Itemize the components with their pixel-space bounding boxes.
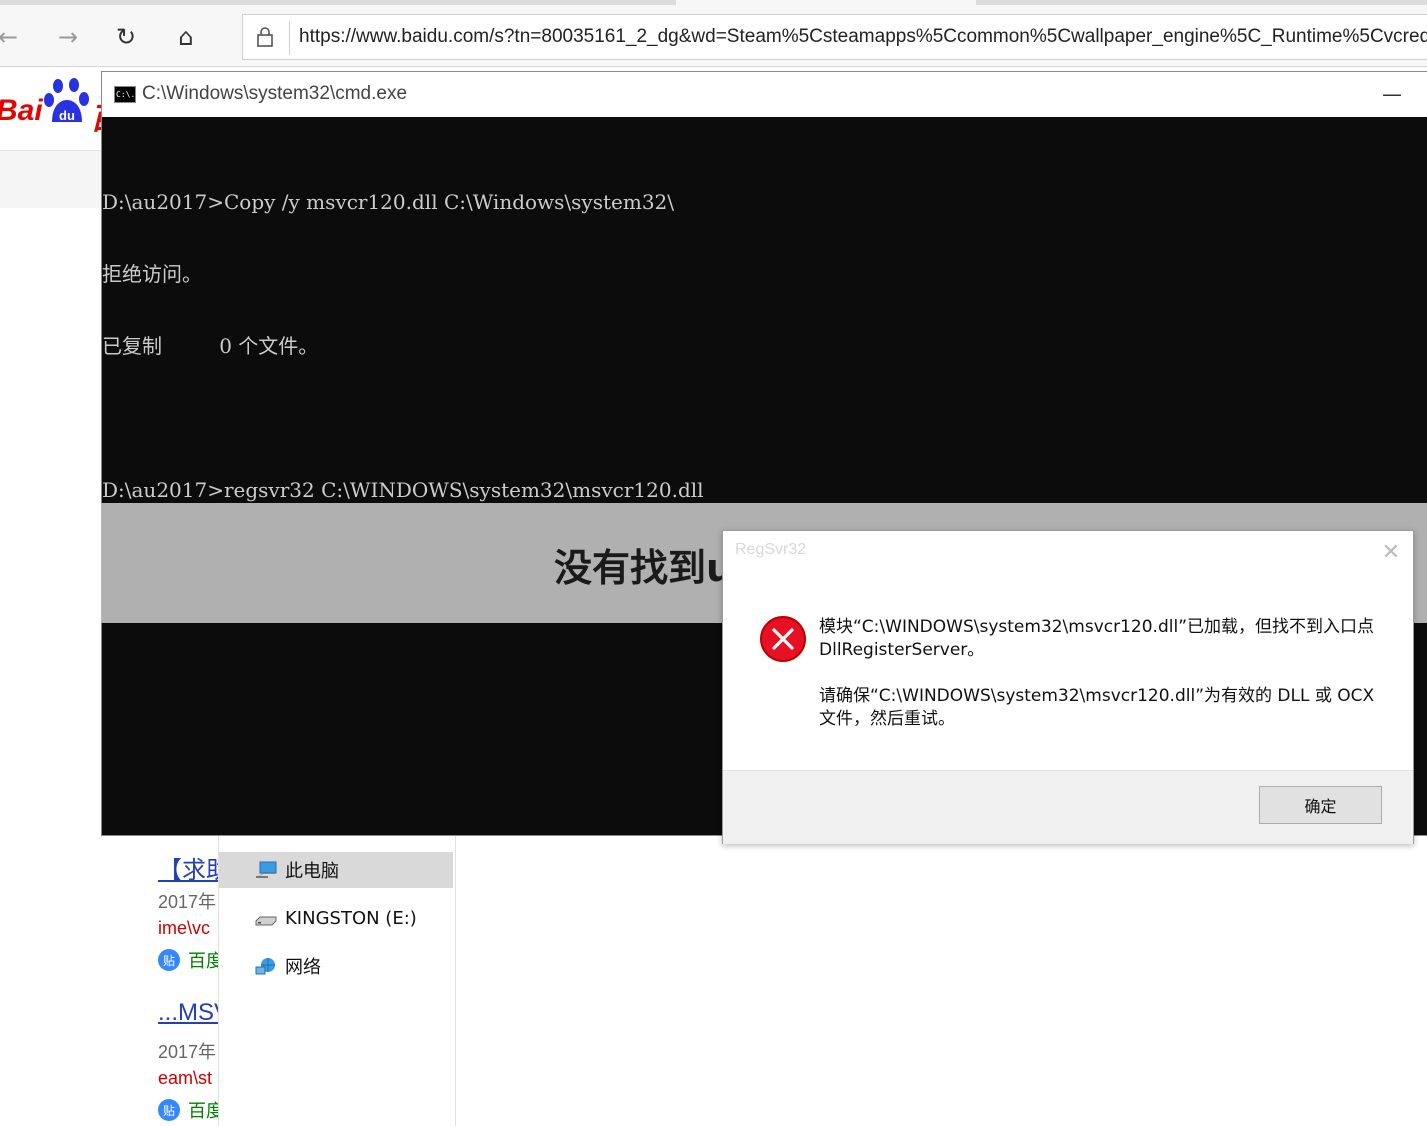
error-icon	[760, 616, 806, 662]
back-arrow-icon: ←	[0, 23, 19, 51]
baidu-logo-text: Bai	[0, 94, 43, 127]
minimize-button[interactable]: —	[1372, 76, 1412, 112]
cmd-title: C:\Windows\system32\cmd.exe	[142, 83, 408, 104]
baidu-paw-label: du	[59, 108, 75, 123]
lock-icon	[253, 23, 277, 51]
address-url[interactable]: https://www.baidu.com/s?tn=80035161_2_dg…	[299, 26, 1427, 48]
nav-item-network[interactable]: 网络	[219, 948, 453, 984]
dialog-message-1: 模块“C:\WINDOWS\system32\msvcr120.dll”已加载，…	[819, 617, 1374, 660]
ok-button[interactable]: 确定	[1259, 786, 1382, 824]
home-icon: ⌂	[178, 23, 194, 51]
close-button[interactable]: ✕	[1378, 539, 1404, 565]
computer-icon	[255, 861, 277, 879]
cmd-titlebar[interactable]: C:\. C:\Windows\system32\cmd.exe —	[102, 72, 1427, 117]
dialog-message-2: 请确保“C:\WINDOWS\system32\msvcr120.dll”为有效…	[819, 686, 1375, 729]
browser-toolbar: ← → ↻ ⌂ https://www.baidu.com/s?tn=80035…	[0, 5, 1427, 67]
close-icon: ✕	[1381, 539, 1401, 565]
back-button[interactable]: ←	[0, 17, 28, 57]
dialog-footer: 确定	[723, 770, 1413, 844]
tieba-icon: 贴	[158, 949, 180, 971]
console-line: 拒绝访问。	[102, 262, 202, 286]
screen: ← → ↻ ⌂ https://www.baidu.com/s?tn=80035…	[0, 0, 1427, 1126]
dialog-title: RegSvr32	[735, 541, 807, 558]
baidu-search-band	[0, 150, 104, 208]
forward-arrow-icon: →	[57, 23, 79, 51]
error-dialog[interactable]: RegSvr32 ✕ 模块“C:\WINDOWS\system32\msvcr1…	[722, 530, 1414, 844]
result-source-1[interactable]: 贴 百度	[158, 947, 224, 973]
address-bar[interactable]: https://www.baidu.com/s?tn=80035161_2_dg…	[242, 14, 1427, 60]
baidu-logo[interactable]: Bai du 百	[0, 72, 104, 132]
console-line: D:\au2017>Copy /y msvcr120.dll C:\Window…	[102, 190, 675, 214]
result-date-2: 2017年	[158, 1042, 217, 1062]
console-line: D:\au2017>regsvr32 C:\WINDOWS\system32\m…	[102, 478, 704, 502]
result-url-2: eam\st	[158, 1068, 213, 1088]
result-url-1: ime\vc	[158, 918, 211, 938]
home-button[interactable]: ⌂	[166, 17, 206, 57]
result-source-2[interactable]: 贴 百度	[158, 1097, 224, 1123]
network-icon	[255, 957, 277, 975]
usb-drive-icon	[255, 909, 277, 927]
baidu-paw-icon: du	[44, 76, 90, 128]
cmd-icon: C:\.	[114, 86, 136, 103]
address-separator	[289, 21, 290, 55]
result-date-1: 2017年	[158, 892, 217, 912]
tieba-icon: 贴	[158, 1099, 180, 1121]
console-line: 已复制 0 个文件。	[102, 334, 319, 358]
nav-item-this-pc[interactable]: 此电脑	[219, 852, 453, 888]
explorer-nav-pane: 此电脑 KINGSTON (E:) 网络	[218, 834, 456, 1126]
refresh-icon: ↻	[115, 23, 137, 51]
nav-item-label: KINGSTON (E:)	[285, 907, 417, 929]
nav-item-label: 此电脑	[285, 861, 339, 882]
forward-button[interactable]: →	[48, 17, 88, 57]
refresh-button[interactable]: ↻	[106, 17, 146, 57]
nav-item-label: 网络	[285, 957, 321, 978]
nav-item-kingston[interactable]: KINGSTON (E:)	[219, 900, 453, 936]
